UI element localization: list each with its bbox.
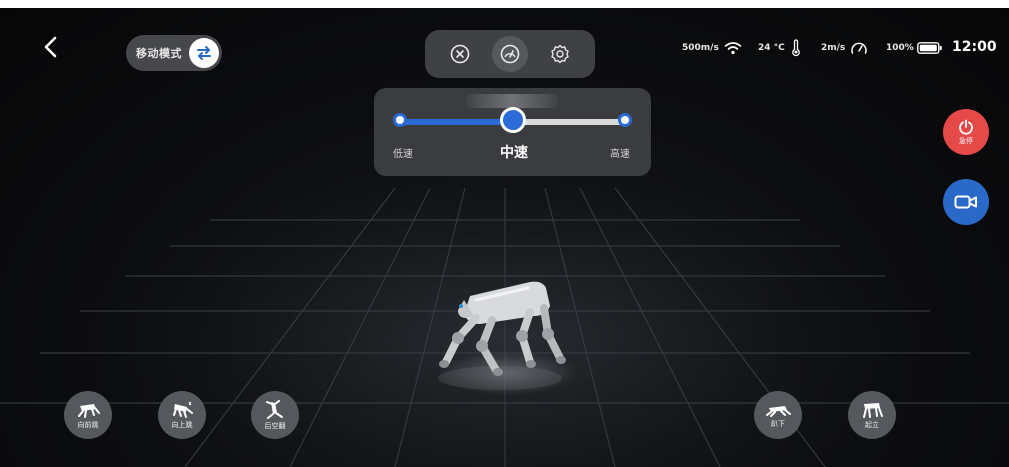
network-speed-text: 500m/s (682, 43, 719, 53)
wifi-icon (724, 42, 742, 55)
camera-button[interactable] (943, 179, 989, 225)
speed-slider-knob[interactable] (500, 107, 526, 133)
up-jump-label: 向上跳 (171, 420, 193, 429)
tab-stop[interactable] (442, 36, 478, 72)
battery-icon (916, 42, 942, 54)
backflip-button[interactable]: 后空翻 (251, 391, 299, 439)
robot-up-jump-icon (173, 401, 193, 418)
robot-stand-up-icon (863, 402, 883, 418)
robot-dog-model (438, 281, 566, 390)
emergency-stop-label: 急停 (959, 136, 973, 145)
gear-icon (551, 44, 569, 64)
back-button[interactable] (38, 34, 64, 60)
speedometer-icon (500, 44, 520, 64)
swap-arrows-icon (189, 38, 219, 68)
clock-text: 12:00 (952, 39, 997, 55)
speed-label-low: 低速 (393, 149, 413, 160)
battery-fill (919, 44, 937, 52)
speed-stop-low[interactable] (393, 113, 407, 127)
status-temperature: 24 °C (758, 39, 801, 57)
speedometer-small-icon (851, 42, 868, 54)
mode-label: 移动模式 (136, 47, 182, 60)
backflip-label: 后空翻 (264, 421, 286, 430)
velocity-text: 2m/s (821, 43, 846, 53)
status-clock: 12:00 (952, 38, 997, 56)
top-tab-group (425, 30, 595, 78)
speed-label-high: 高速 (610, 149, 630, 160)
status-velocity: 2m/s (821, 39, 868, 57)
robot-lie-down-icon (766, 405, 791, 417)
battery-text: 100% (886, 43, 914, 53)
power-icon (959, 119, 973, 135)
control-screen: 移动模式 500m/s 24 °C 2m/s 100% 12:00 低速 中速 … (0, 8, 1009, 467)
mode-switch-button[interactable]: 移动模式 (126, 35, 222, 71)
speed-slider-fill (400, 119, 513, 125)
robot-backflip-icon (266, 399, 283, 419)
thermometer-icon (791, 39, 800, 57)
speed-panel-title-blurred (466, 94, 558, 108)
stand-up-label: 起立 (865, 420, 879, 429)
robot-forward-jump-icon (78, 403, 100, 418)
lie-down-button[interactable]: 趴下 (754, 391, 802, 439)
tab-settings[interactable] (542, 36, 578, 72)
stand-up-button[interactable]: 起立 (848, 391, 896, 439)
video-camera-icon (954, 195, 977, 209)
chevron-left-icon (44, 36, 57, 58)
speed-panel: 低速 中速 高速 (374, 88, 651, 176)
up-jump-button[interactable]: 向上跳 (158, 391, 206, 439)
speed-stop-high[interactable] (618, 113, 632, 127)
temperature-text: 24 °C (758, 43, 785, 53)
status-battery: 100% (886, 39, 943, 57)
status-network: 500m/s (682, 39, 742, 57)
lie-down-label: 趴下 (771, 419, 785, 428)
forward-jump-button[interactable]: 向前跳 (64, 391, 112, 439)
close-circle-icon (450, 44, 470, 64)
emergency-stop-button[interactable]: 急停 (943, 109, 989, 155)
speed-label-current: 中速 (500, 145, 528, 161)
tab-speed[interactable] (492, 36, 528, 72)
forward-jump-label: 向前跳 (77, 420, 99, 429)
